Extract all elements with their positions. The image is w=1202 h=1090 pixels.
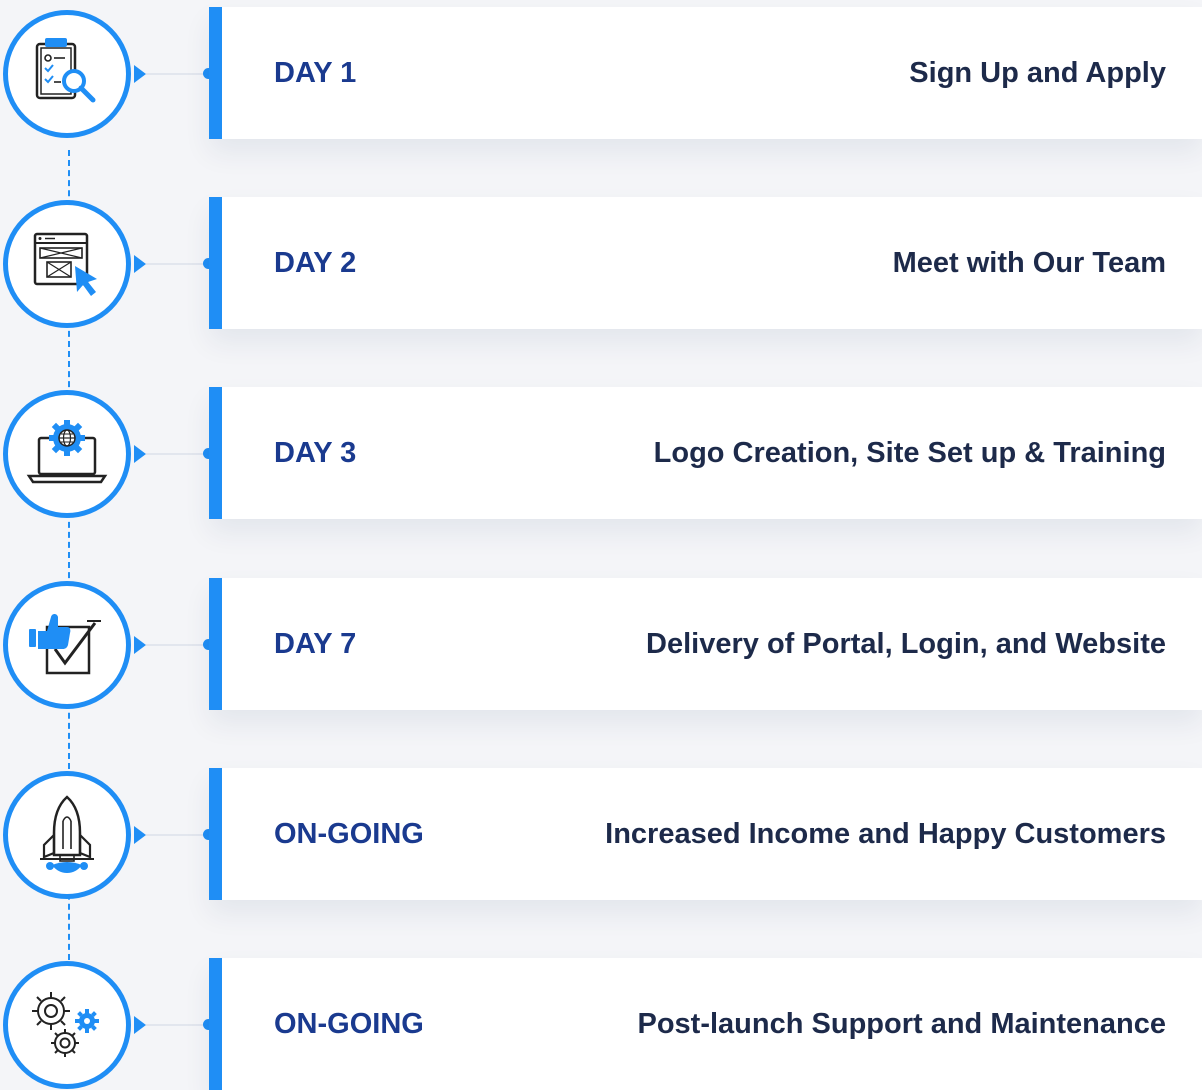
step-icon-circle xyxy=(3,200,131,328)
step-icon-circle xyxy=(3,961,131,1089)
step-day-label: DAY 7 xyxy=(274,627,357,660)
step-icon-circle xyxy=(3,581,131,709)
timeline-step-3: DAY 3 Logo Creation, Site Set up & Train… xyxy=(0,387,1202,519)
step-pointer xyxy=(134,636,146,654)
step-icon-circle xyxy=(3,771,131,899)
step-link-line xyxy=(146,834,204,836)
step-link-line xyxy=(146,73,204,75)
laptop-gear-globe-icon xyxy=(26,420,108,484)
rocket-icon xyxy=(40,795,94,873)
step-pointer xyxy=(134,255,146,273)
step-title: Post-launch Support and Maintenance xyxy=(637,1007,1167,1040)
step-icon-circle xyxy=(3,390,131,518)
gears-icon xyxy=(32,992,99,1057)
step-link-line xyxy=(146,1024,204,1026)
step-pointer xyxy=(134,1016,146,1034)
step-day-label: ON-GOING xyxy=(274,817,424,850)
step-day-label: DAY 3 xyxy=(274,436,357,469)
timeline-step-5: ON-GOING Increased Income and Happy Cust… xyxy=(0,768,1202,900)
timeline-step-6: ON-GOING Post-launch Support and Mainten… xyxy=(0,958,1202,1090)
step-link-line xyxy=(146,453,204,455)
step-card: ON-GOING Post-launch Support and Mainten… xyxy=(209,958,1202,1090)
step-card: DAY 3 Logo Creation, Site Set up & Train… xyxy=(209,387,1202,519)
step-pointer xyxy=(134,65,146,83)
step-day-label: DAY 1 xyxy=(274,56,357,89)
step-pointer xyxy=(134,826,146,844)
timeline-step-4: DAY 7 Delivery of Portal, Login, and Web… xyxy=(0,578,1202,710)
step-title: Delivery of Portal, Login, and Website xyxy=(646,627,1166,660)
thumbs-up-check-icon xyxy=(29,614,101,675)
checklist-search-icon xyxy=(35,38,96,103)
step-pointer xyxy=(134,445,146,463)
step-title: Sign Up and Apply xyxy=(909,56,1166,89)
step-title: Logo Creation, Site Set up & Training xyxy=(653,436,1166,469)
step-link-line xyxy=(146,644,204,646)
timeline-step-1: DAY 1 Sign Up and Apply xyxy=(0,7,1202,139)
step-day-label: DAY 2 xyxy=(274,246,357,279)
step-card: DAY 2 Meet with Our Team xyxy=(209,197,1202,329)
step-link-line xyxy=(146,263,204,265)
step-card: DAY 7 Delivery of Portal, Login, and Web… xyxy=(209,578,1202,710)
step-card: ON-GOING Increased Income and Happy Cust… xyxy=(209,768,1202,900)
step-icon-circle xyxy=(3,10,131,138)
step-title: Meet with Our Team xyxy=(892,246,1166,279)
process-timeline: DAY 1 Sign Up and Apply DAY 2 Meet with … xyxy=(0,0,1202,1090)
step-title: Increased Income and Happy Customers xyxy=(605,817,1166,850)
step-day-label: ON-GOING xyxy=(274,1007,424,1040)
web-wireframe-cursor-icon xyxy=(33,232,97,296)
step-card: DAY 1 Sign Up and Apply xyxy=(209,7,1202,139)
timeline-step-2: DAY 2 Meet with Our Team xyxy=(0,197,1202,329)
